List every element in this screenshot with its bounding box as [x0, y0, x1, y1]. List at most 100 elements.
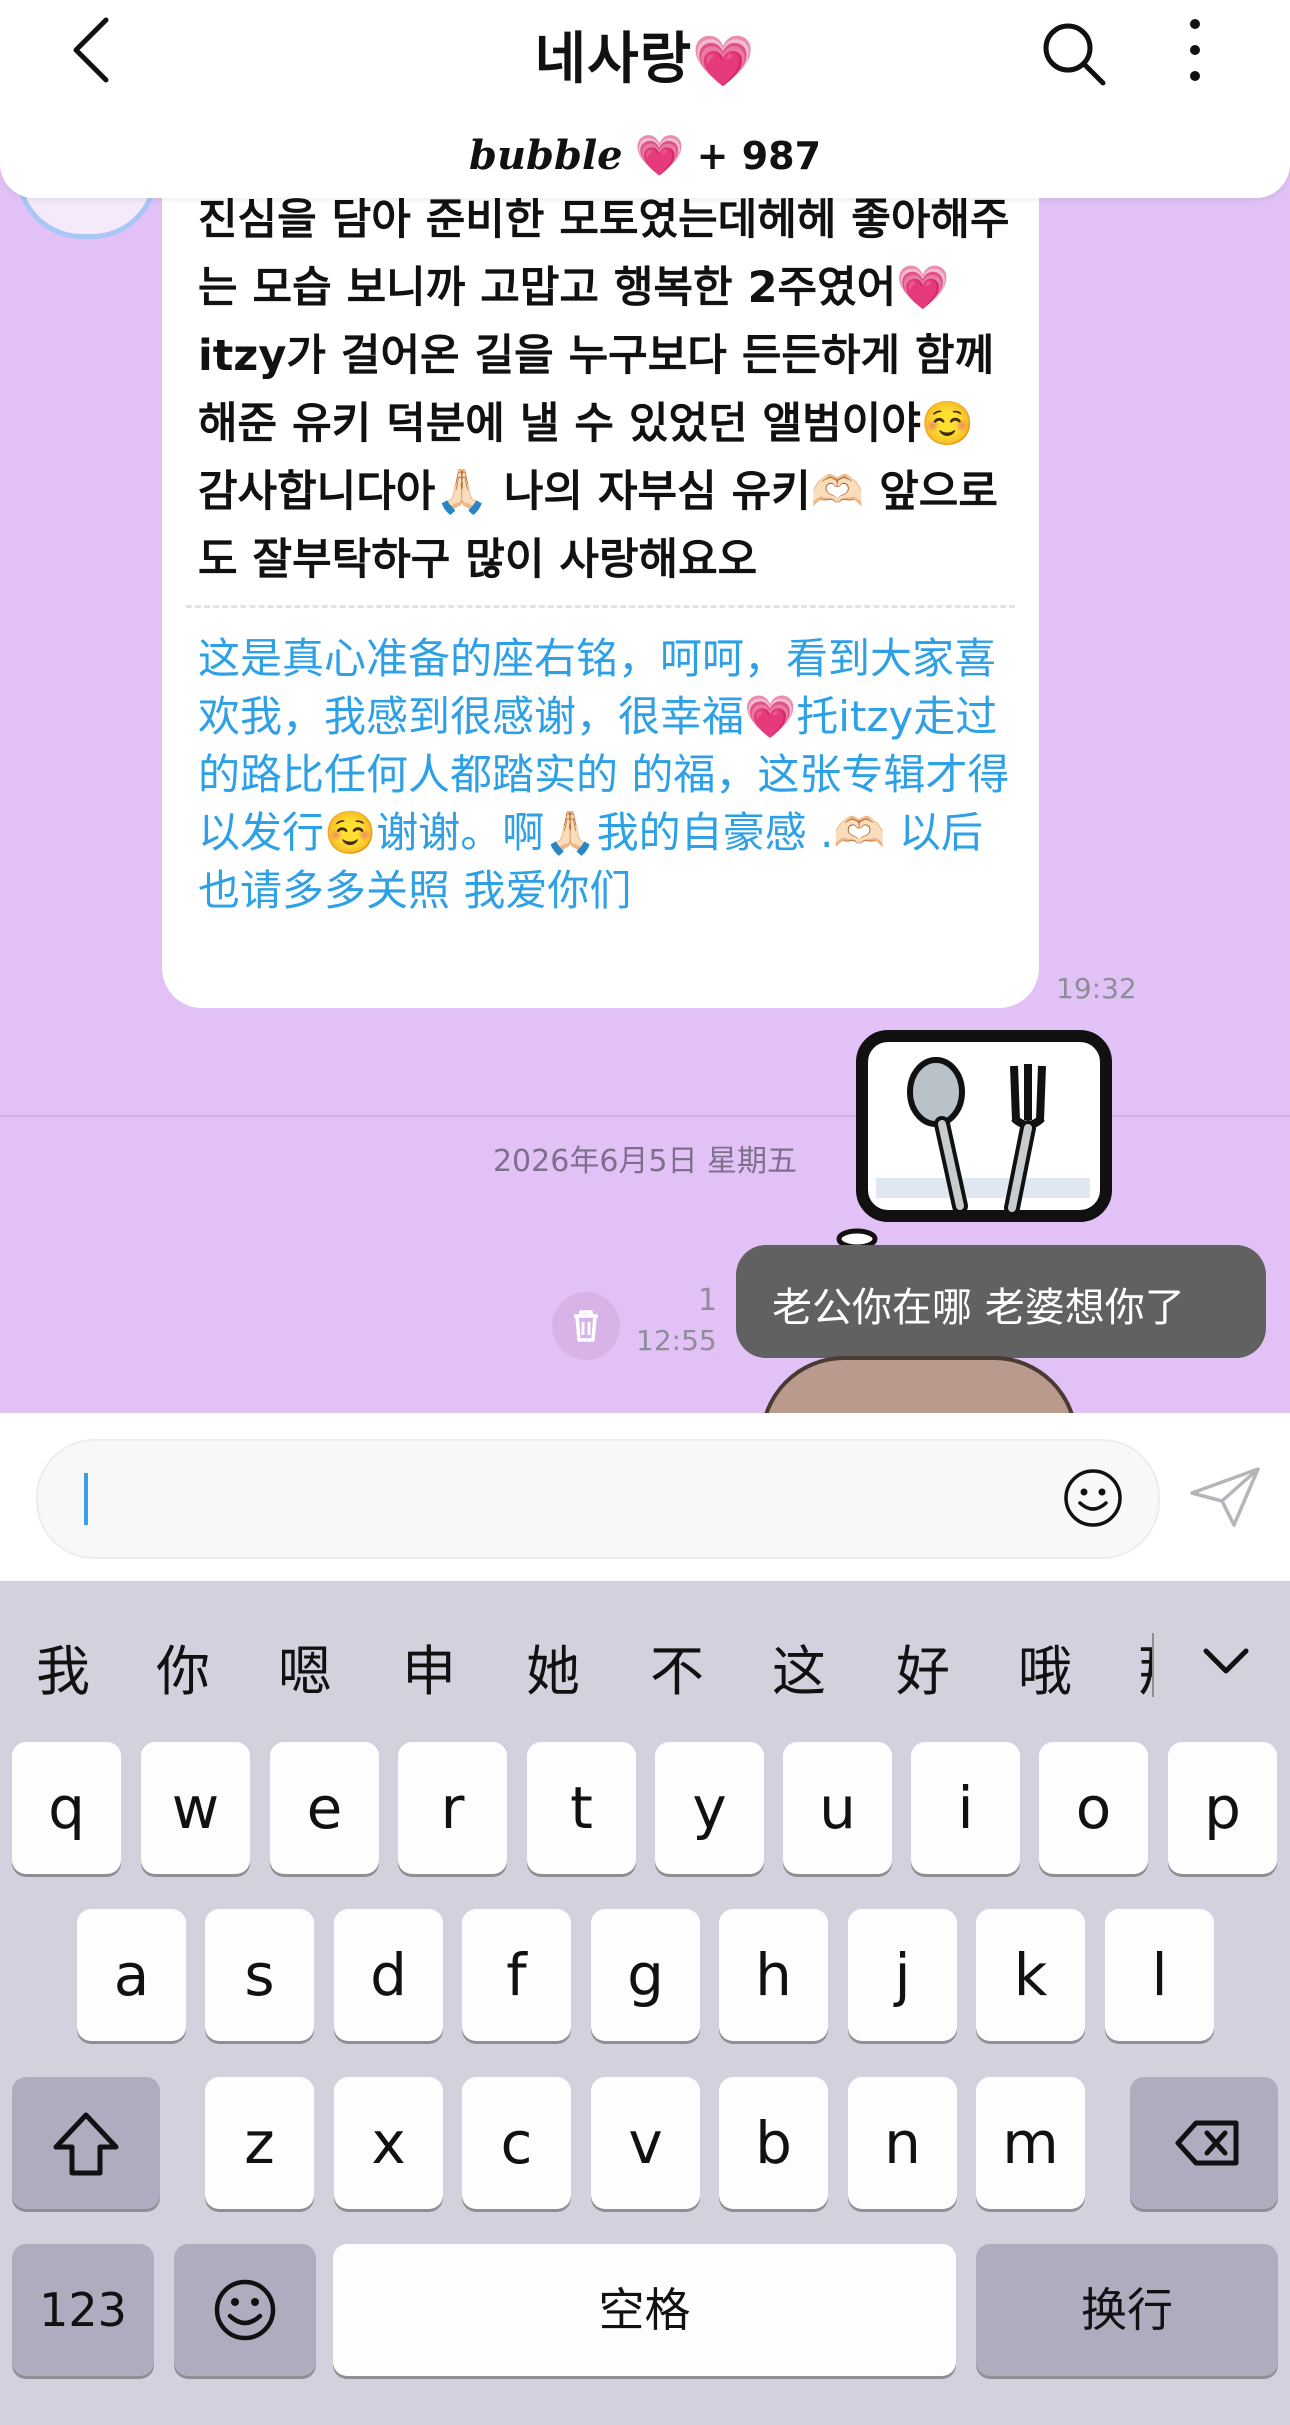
bubble-logo: bubble — [468, 132, 623, 179]
key-r[interactable]: r — [398, 1742, 507, 1874]
key-label: e — [306, 1774, 343, 1842]
key-c[interactable]: c — [462, 2077, 571, 2209]
key-label: j — [894, 1941, 911, 2009]
key-label: r — [440, 1774, 465, 1842]
key-y[interactable]: y — [655, 1742, 764, 1874]
key-label: 123 — [39, 2283, 127, 2337]
key-label: n — [884, 2109, 921, 2177]
key-label: t — [570, 1774, 593, 1842]
key-label: b — [755, 2109, 792, 2177]
bubble-subscriber-row[interactable]: bubble 💗 + 987 — [0, 132, 1290, 179]
key-label: k — [1013, 1941, 1048, 2009]
candidate-word[interactable]: 不 — [650, 1627, 704, 1706]
unread-count: 1 — [698, 1283, 718, 1318]
key-w[interactable]: w — [141, 1742, 250, 1874]
key-z[interactable]: z — [205, 2077, 314, 2209]
candidate-word[interactable]: 你 — [156, 1627, 210, 1706]
chat-title-text: 네사랑 — [534, 27, 693, 92]
key-label: w — [171, 1774, 220, 1842]
bear-sticker-partial[interactable] — [760, 1356, 1078, 1413]
candidate-word[interactable]: 哦 — [1018, 1627, 1072, 1706]
backspace-icon — [1175, 2120, 1239, 2166]
key-label: h — [755, 1941, 792, 2009]
key-label: g — [627, 1941, 664, 2009]
emoji-key-icon — [214, 2279, 276, 2341]
my-message-bubble[interactable]: 老公你在哪 老婆想你了 — [736, 1245, 1266, 1358]
key-label: d — [370, 1941, 407, 2009]
key-label: c — [500, 2109, 533, 2177]
candidate-word[interactable]: 那 — [1138, 1627, 1152, 1706]
emoji-key[interactable] — [174, 2244, 316, 2376]
chevron-down-icon[interactable] — [1196, 1637, 1256, 1687]
numbers-key[interactable]: 123 — [12, 2244, 154, 2376]
key-label: y — [692, 1774, 727, 1842]
key-label: s — [244, 1941, 275, 2009]
candidate-word[interactable]: 好 — [896, 1627, 950, 1706]
artist-message-bubble[interactable]: 진심을 담아 준비한 모토였는데헤헤 좋아해주는 모습 보니까 고맙고 행복한 … — [162, 150, 1039, 1008]
candidate-word[interactable]: 申 — [402, 1627, 456, 1706]
candidate-bar: 我 你 嗯 申 她 不 这 好 哦 那 — [0, 1581, 1290, 1745]
candidate-word[interactable]: 我 — [36, 1627, 90, 1706]
shift-icon — [53, 2112, 119, 2176]
key-label: 换行 — [1081, 2283, 1173, 2337]
key-j[interactable]: j — [848, 1909, 957, 2041]
key-u[interactable]: u — [783, 1742, 892, 1874]
send-plane-icon[interactable] — [1188, 1463, 1262, 1529]
key-label: f — [506, 1941, 527, 2009]
my-message-timestamp: 12:55 — [636, 1324, 717, 1357]
smiley-icon[interactable] — [1062, 1467, 1124, 1529]
key-label: m — [1002, 2109, 1059, 2177]
key-label: v — [628, 2109, 663, 2177]
key-f[interactable]: f — [462, 1909, 571, 2041]
message-korean-text: 진심을 담아 준비한 모토였는데헤헤 좋아해주는 모습 보니까 고맙고 행복한 … — [198, 195, 1010, 585]
keyboard: 我 你 嗯 申 她 不 这 好 哦 那 q w e r t y u i o p … — [0, 1581, 1290, 2425]
key-x[interactable]: x — [334, 2077, 443, 2209]
return-key[interactable]: 换行 — [976, 2244, 1278, 2376]
more-vertical-icon[interactable] — [1180, 14, 1210, 86]
bubble-heart-icon: 💗 — [634, 133, 685, 179]
key-label: x — [371, 2109, 406, 2177]
candidate-word[interactable]: 她 — [526, 1627, 580, 1706]
key-label: u — [819, 1774, 856, 1842]
trash-icon — [574, 1310, 598, 1342]
key-v[interactable]: v — [591, 2077, 700, 2209]
spoon-fork-sticker[interactable] — [854, 1028, 1114, 1233]
shift-key[interactable] — [12, 2077, 160, 2209]
text-caret — [84, 1473, 88, 1525]
space-key[interactable]: 空格 — [333, 2244, 956, 2376]
message-input[interactable] — [36, 1439, 1160, 1559]
delete-message-button[interactable] — [552, 1292, 620, 1360]
key-p[interactable]: p — [1168, 1742, 1277, 1874]
key-t[interactable]: t — [527, 1742, 636, 1874]
key-label: l — [1151, 1941, 1168, 2009]
candidate-word[interactable]: 这 — [772, 1627, 826, 1706]
message-translation-text: 这是真心准备的座右铭，呵呵，看到大家喜欢我，我感到很感谢，很幸福💗托itzy走过… — [198, 634, 1010, 915]
key-g[interactable]: g — [591, 1909, 700, 2041]
key-label: i — [957, 1774, 974, 1842]
key-l[interactable]: l — [1105, 1909, 1214, 2041]
bubble-count: + 987 — [696, 134, 822, 178]
key-s[interactable]: s — [205, 1909, 314, 2041]
chat-area[interactable]: 진심을 담아 준비한 모토였는데헤헤 좋아해주는 모습 보니까 고맙고 행복한 … — [0, 0, 1290, 1413]
key-a[interactable]: a — [77, 1909, 186, 2041]
key-k[interactable]: k — [976, 1909, 1085, 2041]
key-o[interactable]: o — [1039, 1742, 1148, 1874]
my-message-text: 老公你在哪 老婆想你了 — [772, 1285, 1185, 1331]
key-label: o — [1075, 1774, 1112, 1842]
key-label: 空格 — [598, 2283, 691, 2337]
chat-header: 네사랑💗 bubble 💗 + 987 — [0, 0, 1290, 198]
candidate-word[interactable]: 嗯 — [278, 1627, 332, 1706]
key-d[interactable]: d — [334, 1909, 443, 2041]
key-n[interactable]: n — [848, 2077, 957, 2209]
key-h[interactable]: h — [719, 1909, 828, 2041]
key-m[interactable]: m — [976, 2077, 1085, 2209]
candidate-separator — [1152, 1633, 1154, 1697]
key-q[interactable]: q — [12, 1742, 121, 1874]
backspace-key[interactable] — [1130, 2077, 1278, 2209]
title-heart-icon: 💗 — [692, 32, 756, 90]
search-icon[interactable] — [1040, 20, 1108, 88]
key-e[interactable]: e — [270, 1742, 379, 1874]
key-b[interactable]: b — [719, 2077, 828, 2209]
message-timestamp: 19:32 — [1056, 972, 1137, 1005]
key-i[interactable]: i — [911, 1742, 1020, 1874]
